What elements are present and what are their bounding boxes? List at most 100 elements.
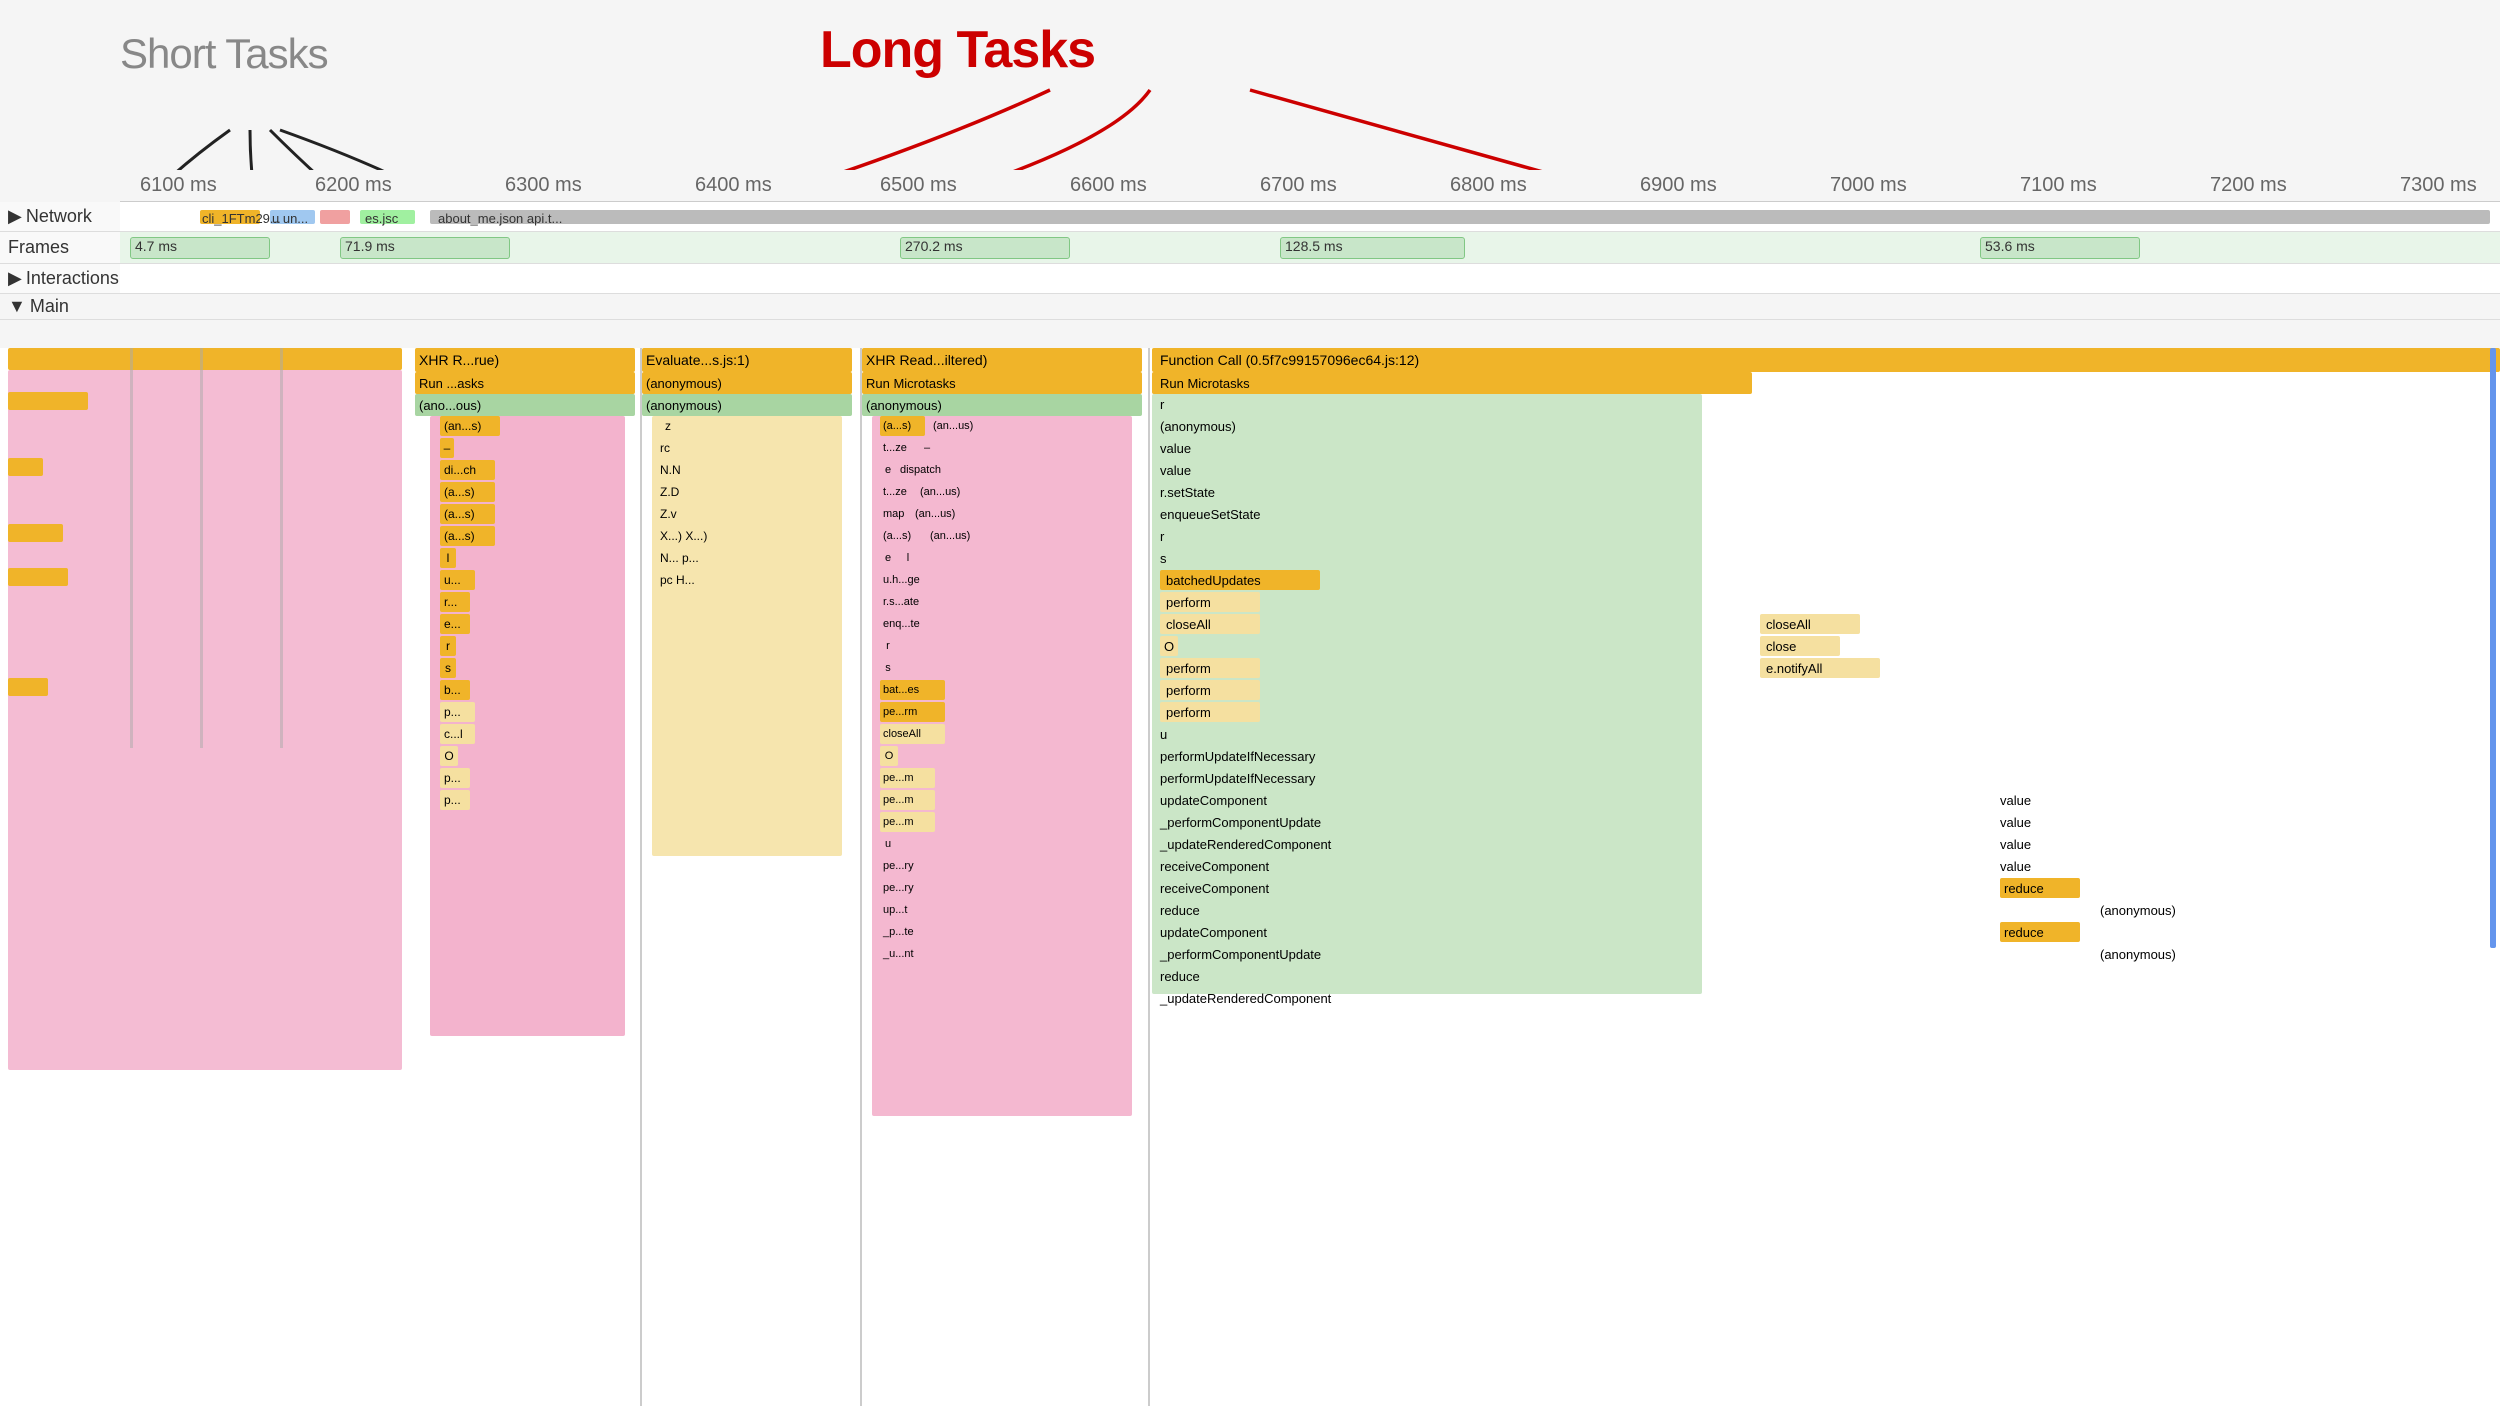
run-tasks-block[interactable]: Run ...asks [415,372,635,394]
dich-block[interactable]: di...ch [440,460,495,480]
block-top-left[interactable] [8,348,402,370]
frame-3-label: 270.2 ms [901,236,967,256]
net-label-1: cli_1FTm29... [202,211,281,226]
reduce-right-1[interactable]: reduce [2000,878,2080,898]
batchedupdates[interactable]: batchedUpdates [1160,570,1320,590]
ms-anus-block: (an...us) [930,416,995,436]
pem-2[interactable]: pe...m [880,790,935,810]
upt-block: up...t [880,900,930,920]
run-microtasks-1[interactable]: Run Microtasks [862,372,1142,394]
xhr-rtrue-block[interactable]: XHR R...rue) [415,348,635,372]
as-block-1[interactable]: (a...s) [440,482,495,502]
u-block[interactable]: u... [440,570,475,590]
tick-6500: 6500 ms [880,174,957,197]
frame-2: 71.9 ms [340,237,510,259]
dispatch-block: dispatch [900,460,970,480]
frame-1-label: 4.7 ms [131,236,181,256]
tick-6100: 6100 ms [140,174,217,197]
frame-4-label: 128.5 ms [1281,236,1347,256]
left-yellow-3[interactable] [8,524,63,542]
net-label-2: u un... [272,211,308,226]
perform-3[interactable]: perform [1160,680,1260,700]
pem-3[interactable]: pe...m [880,812,935,832]
e-disp: e [880,460,896,480]
time-ruler: 6100 ms 6200 ms 6300 ms 6400 ms 6500 ms … [120,170,2500,202]
left-yellow-1[interactable] [8,392,88,410]
perm-block[interactable]: pe...rm [880,702,945,722]
p-block-1[interactable]: p... [440,702,475,722]
interactions-triangle[interactable]: ▶ [8,268,22,289]
e-block[interactable]: e... [440,614,470,634]
tick-6400: 6400 ms [695,174,772,197]
pem-1[interactable]: pe...m [880,768,935,788]
anon-block-3[interactable]: (anonymous) [862,394,1142,416]
value-2: value [1160,460,1191,480]
pch-block: pc H... [660,570,720,590]
closeall-1[interactable]: closeAll [880,724,945,744]
ano-ous-block[interactable]: (ano...ous) [415,394,635,416]
updrendcomp-2: _updateRenderedComponent [1160,988,1331,1008]
r-block-1[interactable]: r... [440,592,470,612]
perform-1[interactable]: perform [1160,592,1260,612]
perform-4[interactable]: perform [1160,702,1260,722]
run-microtasks-2[interactable]: Run Microtasks [1152,372,1752,394]
enqte-block: enq...te [880,614,955,634]
closeall-3[interactable]: closeAll [1760,614,1860,634]
an-us-4: (an...us) [930,526,995,546]
sep-1 [640,348,642,1406]
pte-block: _p...te [880,922,930,942]
tick-6600: 6600 ms [1070,174,1147,197]
b-block[interactable]: b... [440,680,470,700]
network-row: ▶ Network cli_1FTm29... u un... es.jsc a… [0,202,2500,232]
reduce-right-2[interactable]: reduce [2000,922,2080,942]
r-block-2[interactable]: r [440,636,456,656]
close-block[interactable]: close [1760,636,1840,656]
left-yellow-2[interactable] [8,458,43,476]
tick-6800: 6800 ms [1450,174,1527,197]
closeall-2[interactable]: closeAll [1160,614,1260,634]
p-block-3[interactable]: p... [440,790,470,810]
o-block-2[interactable]: O [880,746,898,766]
network-track: cli_1FTm29... u un... es.jsc about_me.js… [120,202,2500,231]
anon-right-2: (anonymous) [2100,944,2210,964]
ms-az-block[interactable]: (a...s) [880,416,925,436]
as-block-2[interactable]: (a...s) [440,504,495,524]
o-3[interactable]: O [1160,636,1178,656]
enotifyall[interactable]: e.notifyAll [1760,658,1880,678]
perform-2[interactable]: perform [1160,658,1260,678]
left-yellow-4[interactable] [8,568,68,586]
anon-block-2[interactable]: (anonymous) [642,394,852,416]
interactions-track [120,264,2500,293]
cl-block[interactable]: c...l [440,724,475,744]
value-1: value [1160,438,1191,458]
peruif-2: performUpdateIfNecessary [1160,768,1315,788]
main-triangle[interactable]: ▼ [8,296,26,317]
tick-6700: 6700 ms [1260,174,1337,197]
frames-track: 4.7 ms 71.9 ms 270.2 ms 128.5 ms 53.6 ms [120,232,2500,263]
anon-block-1[interactable]: (anonymous) [642,372,852,394]
net-bar-long [430,210,2490,224]
e-l-left: e [880,548,896,568]
function-call-block[interactable]: Function Call (0.5f7c99157096ec64.js:12) [1152,348,2500,372]
left-flamegraph [0,348,410,1406]
evaluate-block[interactable]: Evaluate...s.js:1) [642,348,852,372]
left-yellow-5[interactable] [8,678,48,696]
tick-7200: 7200 ms [2210,174,2287,197]
an-s-block[interactable]: (an...s) [440,416,500,436]
s-block-1[interactable]: s [440,658,456,678]
frame-2-label: 71.9 ms [341,236,399,256]
p-block-2[interactable]: p... [440,768,470,788]
r-2: r [1160,526,1164,546]
r-text: r [1160,394,1164,414]
o-block-1[interactable]: O [440,746,458,766]
xhr-read-block[interactable]: XHR Read...iltered) [862,348,1142,372]
network-triangle[interactable]: ▶ [8,206,22,227]
main-row-header: ▼ Main [0,294,2500,320]
unt-block: _u...nt [880,944,935,964]
reccomp-2: receiveComponent [1160,878,1269,898]
bates-block[interactable]: bat...es [880,680,945,700]
as-block-3[interactable]: (a...s) [440,526,495,546]
dash-block[interactable]: – [440,438,454,458]
l-block[interactable]: l [440,548,456,568]
perfcompupdate-1: _performComponentUpdate [1160,812,1321,832]
